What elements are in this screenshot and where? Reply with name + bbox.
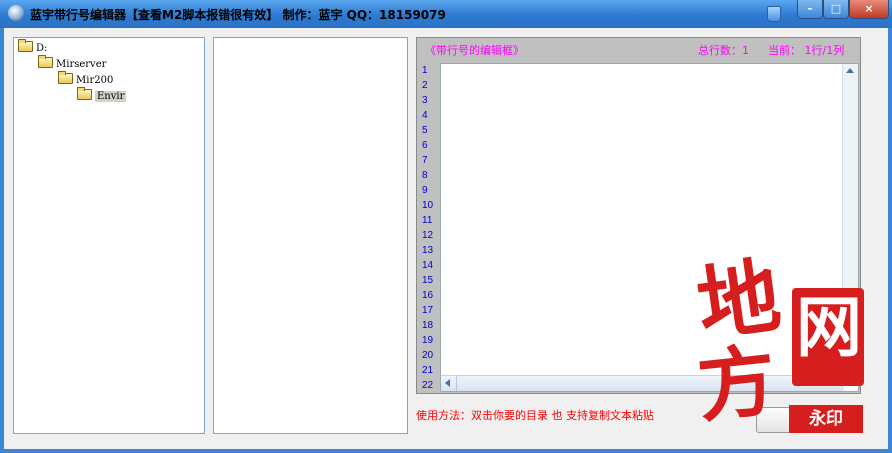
- line-number: 7: [422, 155, 428, 166]
- title-bar[interactable]: 蓝宇带行号编辑器【查看M2脚本报错很有效】 制作：蓝宇 QQ：18159079 …: [0, 0, 892, 28]
- line-number: 18: [422, 320, 434, 331]
- vertical-scrollbar[interactable]: [842, 64, 858, 375]
- editor-title: 《带行号的编辑框》: [425, 44, 524, 57]
- tree-item-label: D:: [36, 43, 48, 54]
- line-number: 13: [422, 245, 434, 256]
- tree-item-label: Mirserver: [56, 59, 107, 70]
- scroll-left-button[interactable]: [441, 376, 457, 391]
- tree-item-drive[interactable]: D:: [18, 39, 48, 55]
- file-list[interactable]: [213, 37, 408, 434]
- app-window: 蓝宇带行号编辑器【查看M2脚本报错很有效】 制作：蓝宇 QQ：18159079 …: [0, 0, 892, 453]
- app-icon[interactable]: [8, 5, 24, 21]
- close-button[interactable]: ×: [849, 0, 889, 19]
- line-number: 21: [422, 365, 434, 376]
- folder-open-icon: [38, 55, 53, 68]
- tree-item-mir200[interactable]: Mir200: [58, 71, 114, 87]
- folder-open-icon: [18, 39, 33, 52]
- line-number: 5: [422, 125, 428, 136]
- line-number: 11: [422, 215, 433, 226]
- line-number: 6: [422, 140, 428, 151]
- line-number: 10: [422, 200, 434, 211]
- horizontal-scrollbar[interactable]: [441, 375, 844, 391]
- line-number: 9: [422, 185, 428, 196]
- tree-item-label: Mir200: [76, 75, 114, 86]
- line-number: 22: [422, 380, 434, 391]
- pin-icon[interactable]: [767, 6, 781, 22]
- cursor-position-label: 当前： 1行/1列: [768, 44, 845, 57]
- text-editor[interactable]: [440, 63, 859, 392]
- scroll-up-icon[interactable]: [846, 68, 854, 73]
- line-number: 12: [422, 230, 434, 241]
- line-number: 16: [422, 290, 434, 301]
- line-number: 20: [422, 350, 434, 361]
- window-title: 蓝宇带行号编辑器【查看M2脚本报错很有效】 制作：蓝宇 QQ：18159079: [30, 8, 446, 22]
- usage-instructions: 使用方法：双击你要的目录 也 支持复制文本粘贴: [416, 409, 654, 422]
- directory-tree[interactable]: D: Mirserver Mir200 Envir: [13, 37, 205, 434]
- line-number: 8: [422, 170, 428, 181]
- line-number: 17: [422, 305, 434, 316]
- line-number: 19: [422, 335, 434, 346]
- maximize-button[interactable]: □: [823, 0, 849, 19]
- total-lines-label: 总行数：1: [698, 44, 749, 57]
- save-button[interactable]: 保: [756, 407, 836, 433]
- minimize-button[interactable]: –: [797, 0, 823, 19]
- line-number: 2: [422, 80, 428, 91]
- line-number: 3: [422, 95, 428, 106]
- line-number: 1: [422, 65, 428, 76]
- line-number: 15: [422, 275, 434, 286]
- editor-header: 《带行号的编辑框》 总行数：1 当前： 1行/1列: [417, 38, 860, 60]
- folder-open-icon: [58, 71, 73, 84]
- tree-item-envir[interactable]: Envir: [77, 87, 127, 103]
- line-number: 4: [422, 110, 428, 121]
- line-number-gutter: 1 2 3 4 5 6 7 8 9 10 11 12 13 14 15 16 17 18 19 20 21 22: [417, 63, 440, 393]
- folder-open-icon: [77, 87, 92, 100]
- editor-frame: 《带行号的编辑框》 总行数：1 当前： 1行/1列 1 2 3 4 5 6 7 8 9 10 11 1…: [416, 37, 861, 394]
- line-number: 14: [422, 260, 434, 271]
- scroll-left-icon: [445, 379, 450, 387]
- tree-item-label-selected: Envir: [95, 91, 127, 102]
- tree-item-mirserver[interactable]: Mirserver: [38, 55, 107, 71]
